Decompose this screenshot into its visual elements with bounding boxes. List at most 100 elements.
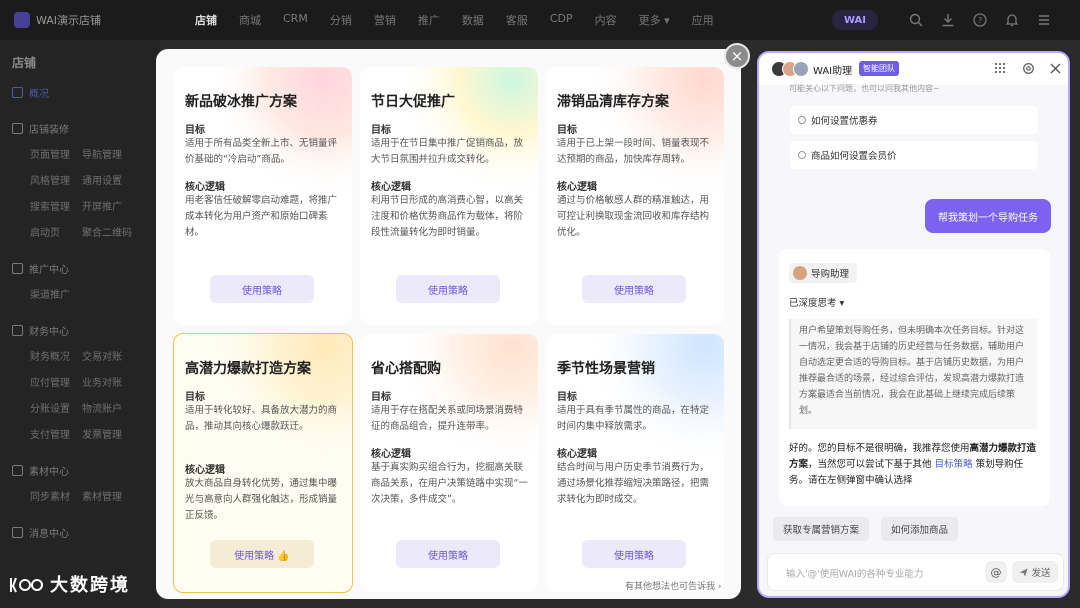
sidebar-section-decoration[interactable]: 店铺装修 (0, 116, 160, 140)
menu-icon[interactable] (1036, 12, 1052, 28)
chat-input[interactable]: 输入'@'使用WAI的各种专业能力 @ 发送 (767, 553, 1064, 591)
suggestion-label: 如何设置优惠券 (811, 116, 878, 127)
use-strategy-button[interactable]: 使用策略 (396, 540, 500, 568)
logic-text: 结合时间与用户历史季节消费行为，通过场景化推荐缩短决策路径，把需求转化为即时成交… (557, 462, 710, 505)
input-placeholder: 输入'@'使用WAI的各种专业能力 (786, 569, 924, 580)
nav-apps[interactable]: 应用 (681, 12, 725, 28)
quick-action-chip[interactable]: 获取专属营销方案 (773, 517, 870, 541)
strategy-card[interactable]: 节日大促推广 目标 适用于在节日集中推广促销商品，放大节日氛围并拉升成交转化。 … (360, 67, 538, 325)
sidebar-item-overview[interactable]: 概况 (0, 80, 160, 104)
at-mention-button[interactable]: @ (985, 561, 1007, 583)
strategy-card-recommended[interactable]: 高潜力爆款打造方案 目标 适用于转化较好、具备放大潜力的商品，推动其向核心爆款跃… (173, 333, 353, 593)
sidebar-section-messages[interactable]: 消息中心 (0, 520, 160, 544)
nav-distribution[interactable]: 分销 (319, 12, 363, 28)
section-title: 推广中心 (29, 264, 69, 276)
download-icon[interactable] (940, 12, 956, 28)
nav-cdp[interactable]: CDP (539, 12, 584, 28)
sidebar-item[interactable]: 发票管理 (74, 426, 148, 441)
send-button[interactable]: 发送 (1012, 561, 1058, 583)
card-gradient (222, 334, 352, 464)
nav-service[interactable]: 客服 (495, 12, 539, 28)
close-icon[interactable]: × (724, 43, 750, 69)
nav-marketing[interactable]: 营销 (363, 12, 407, 28)
search-icon[interactable] (908, 12, 924, 28)
use-strategy-button[interactable]: 使用策略 👍 (210, 540, 314, 568)
sidebar-item[interactable]: 应付管理 (0, 374, 74, 389)
nav-data[interactable]: 数据 (451, 12, 495, 28)
other-ideas-link[interactable]: 有其他想法也可告诉我 › (625, 579, 721, 592)
nav-more[interactable]: 更多 ▾ (628, 12, 681, 28)
answer-part: 好的。您的目标不是很明确，我推荐您使用 (789, 443, 970, 454)
goal-text: 适用于所有品类全新上市、无销量评价基础的“冷启动”商品。 (185, 138, 338, 165)
thinking-label: 已深度思考 (789, 298, 837, 309)
close-icon[interactable] (1048, 61, 1062, 75)
goal-label: 目标 (185, 392, 205, 403)
sidebar-section-materials[interactable]: 素材中心 (0, 458, 160, 482)
sidebar-section-finance[interactable]: 财务中心 (0, 318, 160, 342)
strategy-card[interactable]: 新品破冰推广方案 目标 适用于所有品类全新上市、无销量评价基础的“冷启动”商品。… (174, 67, 352, 325)
materials-icon (12, 464, 23, 476)
use-strategy-button[interactable]: 使用策略 (396, 275, 500, 303)
thinking-toggle[interactable]: 已深度思考 ▾ (789, 295, 844, 309)
logic-label: 核心逻辑 (371, 449, 411, 460)
sidebar-item[interactable]: 启动页 (0, 224, 74, 239)
card-gradient (594, 334, 724, 464)
sidebar-item[interactable]: 业务对账 (74, 374, 148, 389)
strategy-card[interactable]: 滞销品清库存方案 目标 适用于已上架一段时间、销量表现不达预期的商品，加快库存周… (546, 67, 724, 325)
sidebar-item[interactable]: 交易对账 (74, 348, 148, 363)
sidebar-item[interactable]: 导航管理 (74, 146, 148, 161)
quick-action-chip[interactable]: 如何添加商品 (881, 517, 959, 541)
use-strategy-button[interactable]: 使用策略 (582, 275, 686, 303)
suggestion-label: 商品如何设置会员价 (811, 151, 897, 162)
notification-icon[interactable] (1004, 12, 1020, 28)
sidebar-section-promotion[interactable]: 推广中心 (0, 256, 160, 280)
help-icon[interactable]: ? (972, 12, 988, 28)
nav-crm[interactable]: CRM (272, 12, 319, 28)
sidebar-item[interactable]: 支付管理 (0, 426, 74, 441)
sidebar-item[interactable]: 页面管理 (0, 146, 74, 161)
logic-text: 利用节日形成的高消费心智，以高关注度和价格优势商品作为载体，将阶段性流量转化为即… (371, 195, 524, 238)
store-name: WAI演示店铺 (36, 14, 102, 27)
nav-shop[interactable]: 店铺 (184, 12, 228, 28)
finance-icon (12, 324, 23, 336)
sidebar-item[interactable]: 通用设置 (74, 172, 148, 187)
settings-icon[interactable] (1021, 61, 1035, 75)
section-title: 财务中心 (29, 326, 69, 338)
card-title: 季节性场景营销 (557, 361, 655, 377)
sidebar-item[interactable]: 财务概况 (0, 348, 74, 363)
sidebar-item[interactable]: 开屏推广 (74, 198, 148, 213)
use-strategy-button[interactable]: 使用策略 (582, 540, 686, 568)
suggested-question[interactable]: 如何设置优惠券 (790, 106, 1038, 134)
sidebar-overview-label: 概况 (29, 88, 49, 100)
sidebar-item[interactable]: 同步素材 (0, 488, 74, 503)
strategy-card[interactable]: 省心搭配购 目标 适用于存在搭配关系或同场景消费特征的商品组合，提升连带率。 核… (360, 334, 538, 592)
watermark-text: 大数跨境 (50, 574, 130, 596)
decoration-icon (12, 122, 23, 134)
wai-logo[interactable]: WAI (832, 10, 878, 30)
card-title: 新品破冰推广方案 (185, 94, 297, 110)
brand[interactable]: WAI演示店铺 (14, 12, 184, 28)
agent-avatar (793, 266, 807, 280)
goal-strategy-link[interactable]: 目标策略 (935, 459, 973, 470)
assistant-header: WAI助理 智能团队 (759, 53, 1068, 85)
team-avatars (771, 61, 809, 77)
nav-promotion[interactable]: 推广 (407, 12, 451, 28)
nav-mall[interactable]: 商城 (228, 12, 272, 28)
strategy-card[interactable]: 季节性场景营销 目标 适用于具有季节属性的商品，在特定时间内集中释放需求。 核心… (546, 334, 724, 592)
logic-text: 放大商品自身转化优势，通过集中曝光与高意向人群强化触达，形成销量正反馈。 (185, 478, 338, 521)
sidebar-item[interactable]: 风格管理 (0, 172, 74, 187)
sidebar-item[interactable]: 分账设置 (0, 400, 74, 415)
sidebar-item[interactable]: 物流账户 (74, 400, 148, 415)
team-badge: 智能团队 (859, 61, 899, 76)
suggested-question[interactable]: 商品如何设置会员价 (790, 141, 1038, 169)
grid-icon[interactable] (993, 61, 1007, 75)
nav-content[interactable]: 内容 (584, 12, 628, 28)
sidebar-title: 店铺 (12, 56, 37, 70)
sidebar-item[interactable]: 渠道推广 (0, 286, 74, 301)
sidebar-item[interactable]: 搜索管理 (0, 198, 74, 213)
svg-text:大数跨境: 大数跨境 (50, 574, 130, 596)
use-strategy-button[interactable]: 使用策略 (210, 275, 314, 303)
logic-label: 核心逻辑 (557, 182, 597, 193)
sidebar-item[interactable]: 素材管理 (74, 488, 148, 503)
sidebar-item[interactable]: 聚合二维码 (74, 224, 148, 239)
